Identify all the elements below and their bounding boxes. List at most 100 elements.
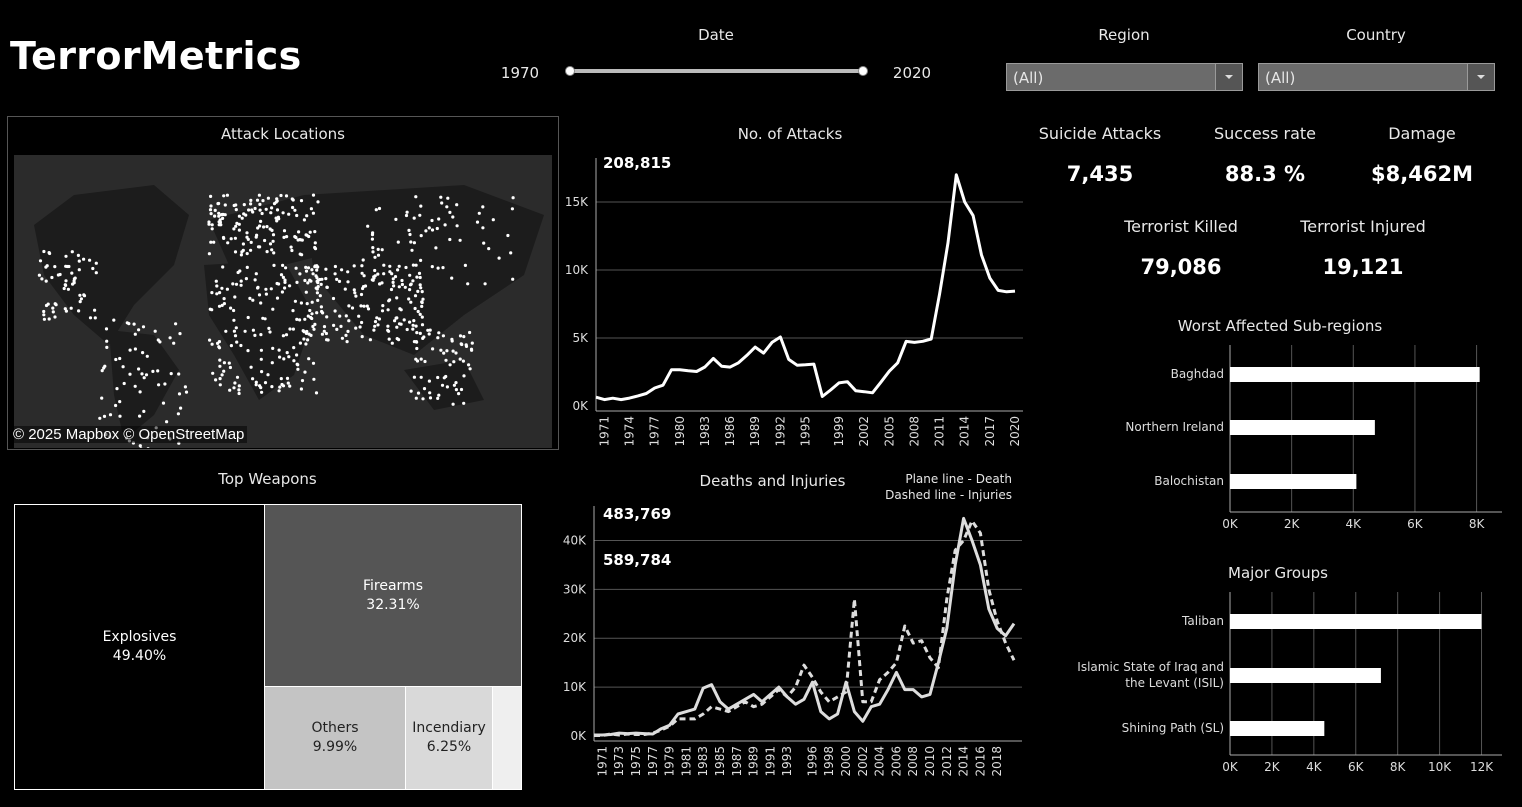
attack-point xyxy=(382,263,386,267)
attack-point xyxy=(208,307,212,311)
region-dropdown[interactable]: (All) xyxy=(1006,63,1243,91)
attack-point xyxy=(229,306,233,310)
attack-point xyxy=(402,318,406,322)
attack-point xyxy=(396,268,400,272)
attack-point xyxy=(325,285,329,289)
attack-point xyxy=(347,304,351,308)
bar[interactable] xyxy=(1230,367,1480,382)
category-label: the Levant (ISIL) xyxy=(1125,676,1224,690)
attack-point xyxy=(50,275,54,280)
category-label: Shining Path (SL) xyxy=(1122,721,1224,735)
date-slider-track[interactable] xyxy=(569,69,865,73)
attack-point xyxy=(234,208,238,212)
attack-point xyxy=(413,294,418,298)
attack-point xyxy=(183,385,187,389)
attack-point xyxy=(132,322,136,326)
attack-point xyxy=(215,284,219,288)
attack-point xyxy=(251,328,255,332)
treemap-cell-others[interactable]: Others 9.99% xyxy=(264,686,406,790)
attack-point xyxy=(428,396,433,400)
treemap-value: 49.40% xyxy=(112,648,167,664)
treemap-cell-small[interactable] xyxy=(492,686,522,790)
attack-point xyxy=(258,245,262,249)
date-slider-end-handle[interactable] xyxy=(858,66,868,76)
attack-point xyxy=(141,325,146,329)
attack-point xyxy=(82,293,86,297)
attack-point xyxy=(258,202,262,206)
attack-point xyxy=(295,317,299,321)
attack-point xyxy=(408,283,413,287)
attack-point xyxy=(215,292,219,296)
bar[interactable] xyxy=(1230,474,1357,489)
region-dropdown-value: (All) xyxy=(1013,69,1044,87)
attack-point xyxy=(312,327,316,331)
attack-point xyxy=(303,317,307,321)
attack-point xyxy=(376,323,380,327)
x-tick-label: 1989 xyxy=(748,416,762,447)
attack-point xyxy=(63,283,67,287)
treemap-cell-explosives[interactable]: Explosives 49.40% xyxy=(14,504,265,790)
attack-point xyxy=(377,206,382,211)
attack-point xyxy=(239,253,243,257)
chevron-down-icon[interactable] xyxy=(1467,64,1494,90)
attack-point xyxy=(239,279,243,283)
x-tick-label: 8K xyxy=(1390,760,1407,774)
attack-point xyxy=(142,376,146,380)
country-dropdown[interactable]: (All) xyxy=(1258,63,1495,91)
attack-point xyxy=(304,269,309,273)
attack-point xyxy=(216,341,220,345)
bar[interactable] xyxy=(1230,721,1325,736)
bar[interactable] xyxy=(1230,420,1375,435)
attack-point xyxy=(378,282,382,286)
attack-point xyxy=(79,297,83,301)
date-slider-start-handle[interactable] xyxy=(565,66,575,76)
world-map[interactable] xyxy=(14,155,552,448)
attack-point xyxy=(445,205,449,209)
attack-point xyxy=(264,292,268,296)
kpi-success-label: Success rate xyxy=(1214,124,1316,143)
attack-point xyxy=(403,285,407,289)
attack-point xyxy=(312,377,316,381)
x-tick-label: 1996 xyxy=(805,746,819,777)
attack-point xyxy=(233,295,237,299)
attack-point xyxy=(217,345,221,349)
attack-point xyxy=(400,278,404,283)
attack-point xyxy=(37,273,41,277)
attack-point xyxy=(392,284,396,288)
attack-point xyxy=(371,250,375,254)
attack-point xyxy=(311,324,315,329)
attack-point xyxy=(169,372,173,376)
attack-point xyxy=(414,263,418,267)
attack-point xyxy=(343,287,347,291)
bar[interactable] xyxy=(1230,614,1482,629)
attack-point xyxy=(267,326,271,330)
attacks-series-line[interactable] xyxy=(595,173,1016,402)
attack-point xyxy=(310,316,314,321)
attack-point xyxy=(207,252,211,256)
attack-point xyxy=(263,381,268,385)
bar[interactable] xyxy=(1230,668,1381,683)
attack-point xyxy=(153,329,157,333)
chevron-down-icon[interactable] xyxy=(1215,64,1242,90)
attack-point xyxy=(296,363,300,367)
attack-point xyxy=(360,335,364,339)
attack-point xyxy=(400,282,404,287)
treemap-cell-incendiary[interactable]: Incendiary 6.25% xyxy=(405,686,493,790)
attack-point xyxy=(237,388,241,392)
attack-point xyxy=(412,319,416,323)
attack-point xyxy=(272,251,276,255)
attack-point xyxy=(78,293,82,297)
attack-point xyxy=(458,357,462,361)
x-tick-label: 2008 xyxy=(906,746,920,777)
x-tick-label: 12K xyxy=(1470,760,1494,774)
attack-point xyxy=(44,279,48,283)
attack-point xyxy=(100,369,104,373)
attack-point xyxy=(303,370,307,374)
attack-point xyxy=(359,292,364,297)
x-tick-label: 2005 xyxy=(882,416,896,447)
treemap-cell-firearms[interactable]: Firearms 32.31% xyxy=(264,504,522,687)
attack-point xyxy=(293,235,297,239)
attack-point xyxy=(353,291,357,295)
attack-point xyxy=(282,229,287,233)
attack-point xyxy=(315,287,319,291)
